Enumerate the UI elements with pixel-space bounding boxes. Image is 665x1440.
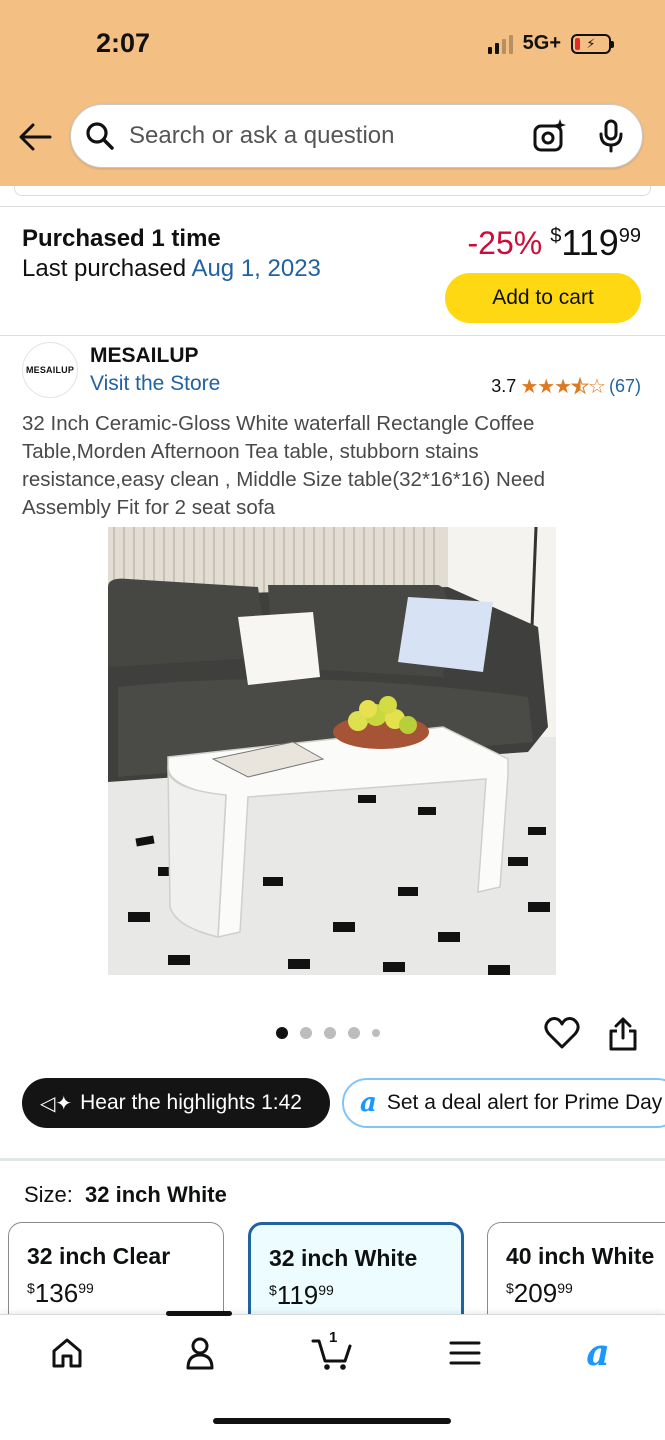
last-purchased-label: Last purchased: [22, 255, 187, 282]
size-selected-value: 32 inch White: [85, 1182, 227, 1207]
search-input[interactable]: [129, 122, 532, 150]
price: -25% $ 119 99: [467, 222, 641, 263]
share-icon[interactable]: [608, 1016, 638, 1052]
empty-star: ☆: [588, 376, 606, 398]
active-tab-indicator: [166, 1311, 232, 1316]
star-rating-icon: ★★★★☆: [520, 374, 606, 399]
size-option-name: 32 inch Clear: [27, 1243, 171, 1269]
price-fraction: 99: [557, 1280, 573, 1296]
review-count: (67): [608, 376, 641, 396]
status-indicators: 5G+ ⚡: [487, 32, 614, 55]
back-arrow-icon[interactable]: [18, 122, 52, 152]
speaker-sparkle-icon: ◁✦: [40, 1092, 73, 1115]
person-icon: [186, 1337, 214, 1370]
home-icon: [52, 1338, 82, 1368]
nav-home[interactable]: [37, 1333, 97, 1373]
home-indicator[interactable]: [213, 1418, 451, 1424]
hear-highlights-button[interactable]: ◁✦ Hear the highlights 1:42: [22, 1078, 330, 1128]
brand-name: MESAILUP: [90, 344, 199, 367]
status-bar: 2:07 5G+ ⚡: [0, 0, 665, 88]
heart-icon[interactable]: [544, 1016, 580, 1050]
image-carousel-dots[interactable]: [276, 1027, 380, 1039]
price-fraction: 99: [78, 1280, 94, 1296]
cart-count: 1: [329, 1329, 338, 1346]
last-purchased-date[interactable]: Aug 1, 2023: [191, 255, 320, 282]
deal-alert-button[interactable]: a Set a deal alert for Prime Day: [342, 1078, 665, 1128]
battery-icon: ⚡: [571, 33, 614, 54]
nav-cart[interactable]: 1: [302, 1329, 362, 1373]
carousel-dot[interactable]: [300, 1027, 312, 1039]
size-label-text: Size:: [24, 1182, 73, 1207]
section-divider: [0, 1158, 665, 1161]
carousel-dot[interactable]: [372, 1029, 380, 1037]
camera-lens-icon[interactable]: [532, 118, 568, 154]
cellular-signal-icon: [487, 34, 513, 54]
size-option-name: 32 inch White: [269, 1245, 418, 1271]
status-time: 2:07: [96, 28, 151, 58]
store-row: MESAILUP MESAILUP Visit the Store 3.7 ★★…: [0, 340, 665, 406]
search-icon: [86, 122, 114, 150]
size-option-price: $ 119 99: [269, 1282, 443, 1308]
nav-rufus[interactable]: a: [568, 1332, 628, 1374]
price-whole: 136: [34, 1278, 79, 1308]
price-whole: 119: [276, 1280, 319, 1310]
microphone-icon[interactable]: [598, 119, 624, 153]
price-currency: $: [269, 1282, 277, 1298]
collapsed-card-edge: [14, 186, 651, 196]
price-currency: $: [550, 225, 562, 247]
price-whole: 209: [513, 1278, 558, 1308]
price-currency: $: [506, 1280, 514, 1296]
size-label: Size: 32 inch White: [24, 1182, 227, 1208]
price-currency: $: [27, 1280, 35, 1296]
price-whole: 119: [561, 222, 619, 263]
search-header: [0, 88, 665, 186]
network-type: 5G+: [522, 32, 561, 54]
size-option-price: $ 209 99: [506, 1280, 647, 1306]
nav-menu[interactable]: [435, 1333, 495, 1373]
rating[interactable]: 3.7 ★★★★☆ (67): [491, 374, 641, 399]
visit-store-link[interactable]: Visit the Store: [90, 372, 220, 396]
hear-highlights-label: Hear the highlights 1:42: [80, 1091, 302, 1114]
add-to-cart-button[interactable]: Add to cart: [445, 273, 641, 323]
rufus-logo-icon: a: [360, 1088, 377, 1118]
search-bar[interactable]: [70, 104, 643, 168]
price-fraction: 99: [318, 1282, 334, 1298]
nav-account[interactable]: [170, 1333, 230, 1373]
product-title: 32 Inch Ceramic-Gloss White waterfall Re…: [22, 412, 546, 519]
hamburger-menu-icon: [449, 1341, 481, 1365]
rufus-icon: a: [586, 1332, 610, 1374]
full-stars: ★★★: [520, 376, 572, 398]
product-image[interactable]: [108, 527, 556, 975]
size-option-price: $ 136 99: [27, 1280, 205, 1306]
carousel-dot[interactable]: [324, 1027, 336, 1039]
half-star: ★: [571, 376, 590, 399]
carousel-dot[interactable]: [348, 1027, 360, 1039]
purchased-count: Purchased 1 time: [22, 225, 221, 252]
price-fraction: 99: [618, 225, 641, 247]
purchase-history-section: Purchased 1 time Last purchased Aug 1, 2…: [0, 206, 665, 336]
charging-bolt-icon: ⚡: [586, 36, 596, 51]
deal-alert-label: Set a deal alert for Prime Day: [386, 1091, 663, 1114]
last-purchased: Last purchased Aug 1, 2023: [22, 255, 321, 283]
discount-percent: -25%: [467, 225, 543, 261]
rating-value: 3.7: [491, 376, 517, 396]
store-logo[interactable]: MESAILUP: [22, 342, 78, 398]
carousel-dot-active[interactable]: [276, 1027, 288, 1039]
size-option-name: 40 inch White: [506, 1243, 655, 1269]
